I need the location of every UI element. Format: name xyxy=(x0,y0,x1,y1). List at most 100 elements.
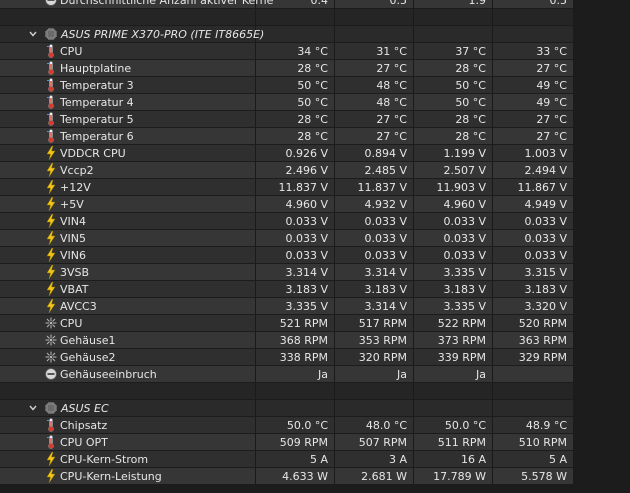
fan-icon xyxy=(45,350,57,364)
sensor-value: 0.033 V xyxy=(364,214,407,228)
sensor-value: 27 °C xyxy=(536,112,567,126)
table-row[interactable]: CPU 34 °C 31 °C 37 °C 33 °C xyxy=(0,43,630,59)
sensor-value: 2.507 V xyxy=(443,163,486,177)
sensor-value: 0.033 V xyxy=(285,231,328,245)
sensor-value: Ja xyxy=(397,367,407,381)
group-header[interactable]: ASUS PRIME X370-PRO (ITE IT8665E) xyxy=(0,26,630,42)
table-row[interactable]: +12V 11.837 V 11.837 V 11.903 V 11.867 V xyxy=(0,179,630,195)
sensor-value: 0.033 V xyxy=(443,248,486,262)
sensor-value: 31 °C xyxy=(376,44,407,58)
table-row[interactable]: CPU OPT 509 RPM 507 RPM 511 RPM 510 RPM xyxy=(0,434,630,450)
sensor-label: CPU OPT xyxy=(60,435,108,449)
table-row[interactable]: Gehäuse2 338 RPM 320 RPM 339 RPM 329 RPM xyxy=(0,349,630,365)
table-row[interactable]: Gehäuseeinbruch Ja Ja Ja xyxy=(0,366,630,382)
sensor-label: VIN4 xyxy=(60,214,86,228)
sensor-value: 2.485 V xyxy=(364,163,407,177)
sensor-value: 2.494 V xyxy=(524,163,567,177)
table-row[interactable]: VIN5 0.033 V 0.033 V 0.033 V 0.033 V xyxy=(0,230,630,246)
table-row[interactable]: Temperatur 3 50 °C 48 °C 50 °C 49 °C xyxy=(0,77,630,93)
table-row[interactable]: Temperatur 4 50 °C 48 °C 50 °C 49 °C xyxy=(0,94,630,110)
sensor-value: 11.837 V xyxy=(357,180,407,194)
sensor-value: 50.0 °C xyxy=(286,418,328,432)
table-row[interactable]: VBAT 3.183 V 3.183 V 3.183 V 3.183 V xyxy=(0,281,630,297)
lightning-icon xyxy=(45,299,57,313)
sensor-value: 27 °C xyxy=(376,61,407,75)
lightning-icon xyxy=(45,469,57,483)
table-row[interactable]: Durchschnittliche Anzahl aktiver Kerne 0.… xyxy=(0,0,630,8)
sensor-value: 0.033 V xyxy=(443,231,486,245)
sensor-value: 3.314 V xyxy=(364,299,407,313)
sensor-value: 28 °C xyxy=(455,129,486,143)
sensor-value: 0.5 xyxy=(549,0,568,7)
table-row[interactable]: VIN6 0.033 V 0.033 V 0.033 V 0.033 V xyxy=(0,247,630,263)
thermometer-icon xyxy=(45,435,57,449)
sensor-value: 3.335 V xyxy=(285,299,328,313)
table-row[interactable]: CPU 521 RPM 517 RPM 522 RPM 520 RPM xyxy=(0,315,630,331)
sensor-value: 0.5 xyxy=(389,0,408,7)
sensor-value: 33 °C xyxy=(536,44,567,58)
sensor-value: 28 °C xyxy=(297,112,328,126)
table-row[interactable]: Chipsatz 50.0 °C 48.0 °C 50.0 °C 48.9 °C xyxy=(0,417,630,433)
sensor-value: 5.578 W xyxy=(521,469,567,483)
sensor-value: 11.903 V xyxy=(436,180,486,194)
table-row[interactable]: VDDCR CPU 0.926 V 0.894 V 1.199 V 1.003 V xyxy=(0,145,630,161)
fan-icon xyxy=(45,333,57,347)
sensor-value: 49 °C xyxy=(536,78,567,92)
sensor-value: 27 °C xyxy=(376,112,407,126)
table-row[interactable]: Hauptplatine 28 °C 27 °C 28 °C 27 °C xyxy=(0,60,630,76)
sensor-value: 3.320 V xyxy=(524,299,567,313)
table-row[interactable]: CPU-Kern-Leistung 4.633 W 2.681 W 17.789 W 5… xyxy=(0,468,630,484)
chip-icon xyxy=(45,402,57,414)
sensor-value: 522 RPM xyxy=(437,316,486,330)
sensor-value: 48.9 °C xyxy=(525,418,567,432)
sensor-label: Gehäuse2 xyxy=(60,350,116,364)
sensor-value: Ja xyxy=(318,367,328,381)
sensor-label: Hauptplatine xyxy=(60,61,132,75)
sensor-value: 3.314 V xyxy=(364,265,407,279)
sensor-value: 339 RPM xyxy=(437,350,486,364)
sensor-value: 1.199 V xyxy=(443,146,486,160)
sensor-value: 0.033 V xyxy=(524,231,567,245)
sensor-value: 17.789 W xyxy=(433,469,486,483)
sensor-value: 3 A xyxy=(388,452,407,466)
group-header[interactable]: ASUS EC xyxy=(0,400,630,416)
sensor-value: 510 RPM xyxy=(518,435,567,449)
sensor-value: 28 °C xyxy=(455,112,486,126)
table-row[interactable]: Temperatur 5 28 °C 27 °C 28 °C 27 °C xyxy=(0,111,630,127)
intrusion-icon xyxy=(45,0,57,7)
sensor-value: 320 RPM xyxy=(358,350,407,364)
sensor-value: 3.183 V xyxy=(364,282,407,296)
table-row[interactable]: Gehäuse1 368 RPM 353 RPM 373 RPM 363 RPM xyxy=(0,332,630,348)
table-row[interactable]: AVCC3 3.335 V 3.314 V 3.335 V 3.320 V xyxy=(0,298,630,314)
chevron-down-icon[interactable] xyxy=(28,29,38,39)
fan-icon xyxy=(45,316,57,330)
sensor-value: 363 RPM xyxy=(518,333,567,347)
sensor-value: 2.681 W xyxy=(361,469,407,483)
sensor-label: +5V xyxy=(60,197,84,211)
sensor-value: 0.033 V xyxy=(524,248,567,262)
sensor-value: Ja xyxy=(476,367,486,381)
lightning-icon xyxy=(45,180,57,194)
sensor-value: 329 RPM xyxy=(518,350,567,364)
sensor-value: 4.949 V xyxy=(524,197,567,211)
thermometer-icon xyxy=(45,112,57,126)
chevron-down-icon[interactable] xyxy=(28,403,38,413)
table-row[interactable]: Temperatur 6 28 °C 27 °C 28 °C 27 °C xyxy=(0,128,630,144)
table-row[interactable]: CPU-Kern-Strom 5 A 3 A 16 A 5 A xyxy=(0,451,630,467)
sensor-value: 48.0 °C xyxy=(365,418,407,432)
table-row[interactable]: 3VSB 3.314 V 3.314 V 3.335 V 3.315 V xyxy=(0,264,630,280)
table-row[interactable]: VIN4 0.033 V 0.033 V 0.033 V 0.033 V xyxy=(0,213,630,229)
table-row[interactable]: Vccp2 2.496 V 2.485 V 2.507 V 2.494 V xyxy=(0,162,630,178)
sensor-value: 3.335 V xyxy=(443,265,486,279)
sensor-value: 0.033 V xyxy=(443,214,486,228)
sensor-label: AVCC3 xyxy=(60,299,97,313)
sensor-value: 16 A xyxy=(460,452,486,466)
sensor-label: Temperatur 4 xyxy=(60,95,134,109)
table-row[interactable]: +5V 4.960 V 4.932 V 4.960 V 4.949 V xyxy=(0,196,630,212)
lightning-icon xyxy=(45,248,57,262)
sensor-label: 3VSB xyxy=(60,265,90,279)
sensor-value: 520 RPM xyxy=(518,316,567,330)
sensor-value: 28 °C xyxy=(297,129,328,143)
sensor-value: 1.003 V xyxy=(524,146,567,160)
sensor-value: 48 °C xyxy=(376,78,407,92)
